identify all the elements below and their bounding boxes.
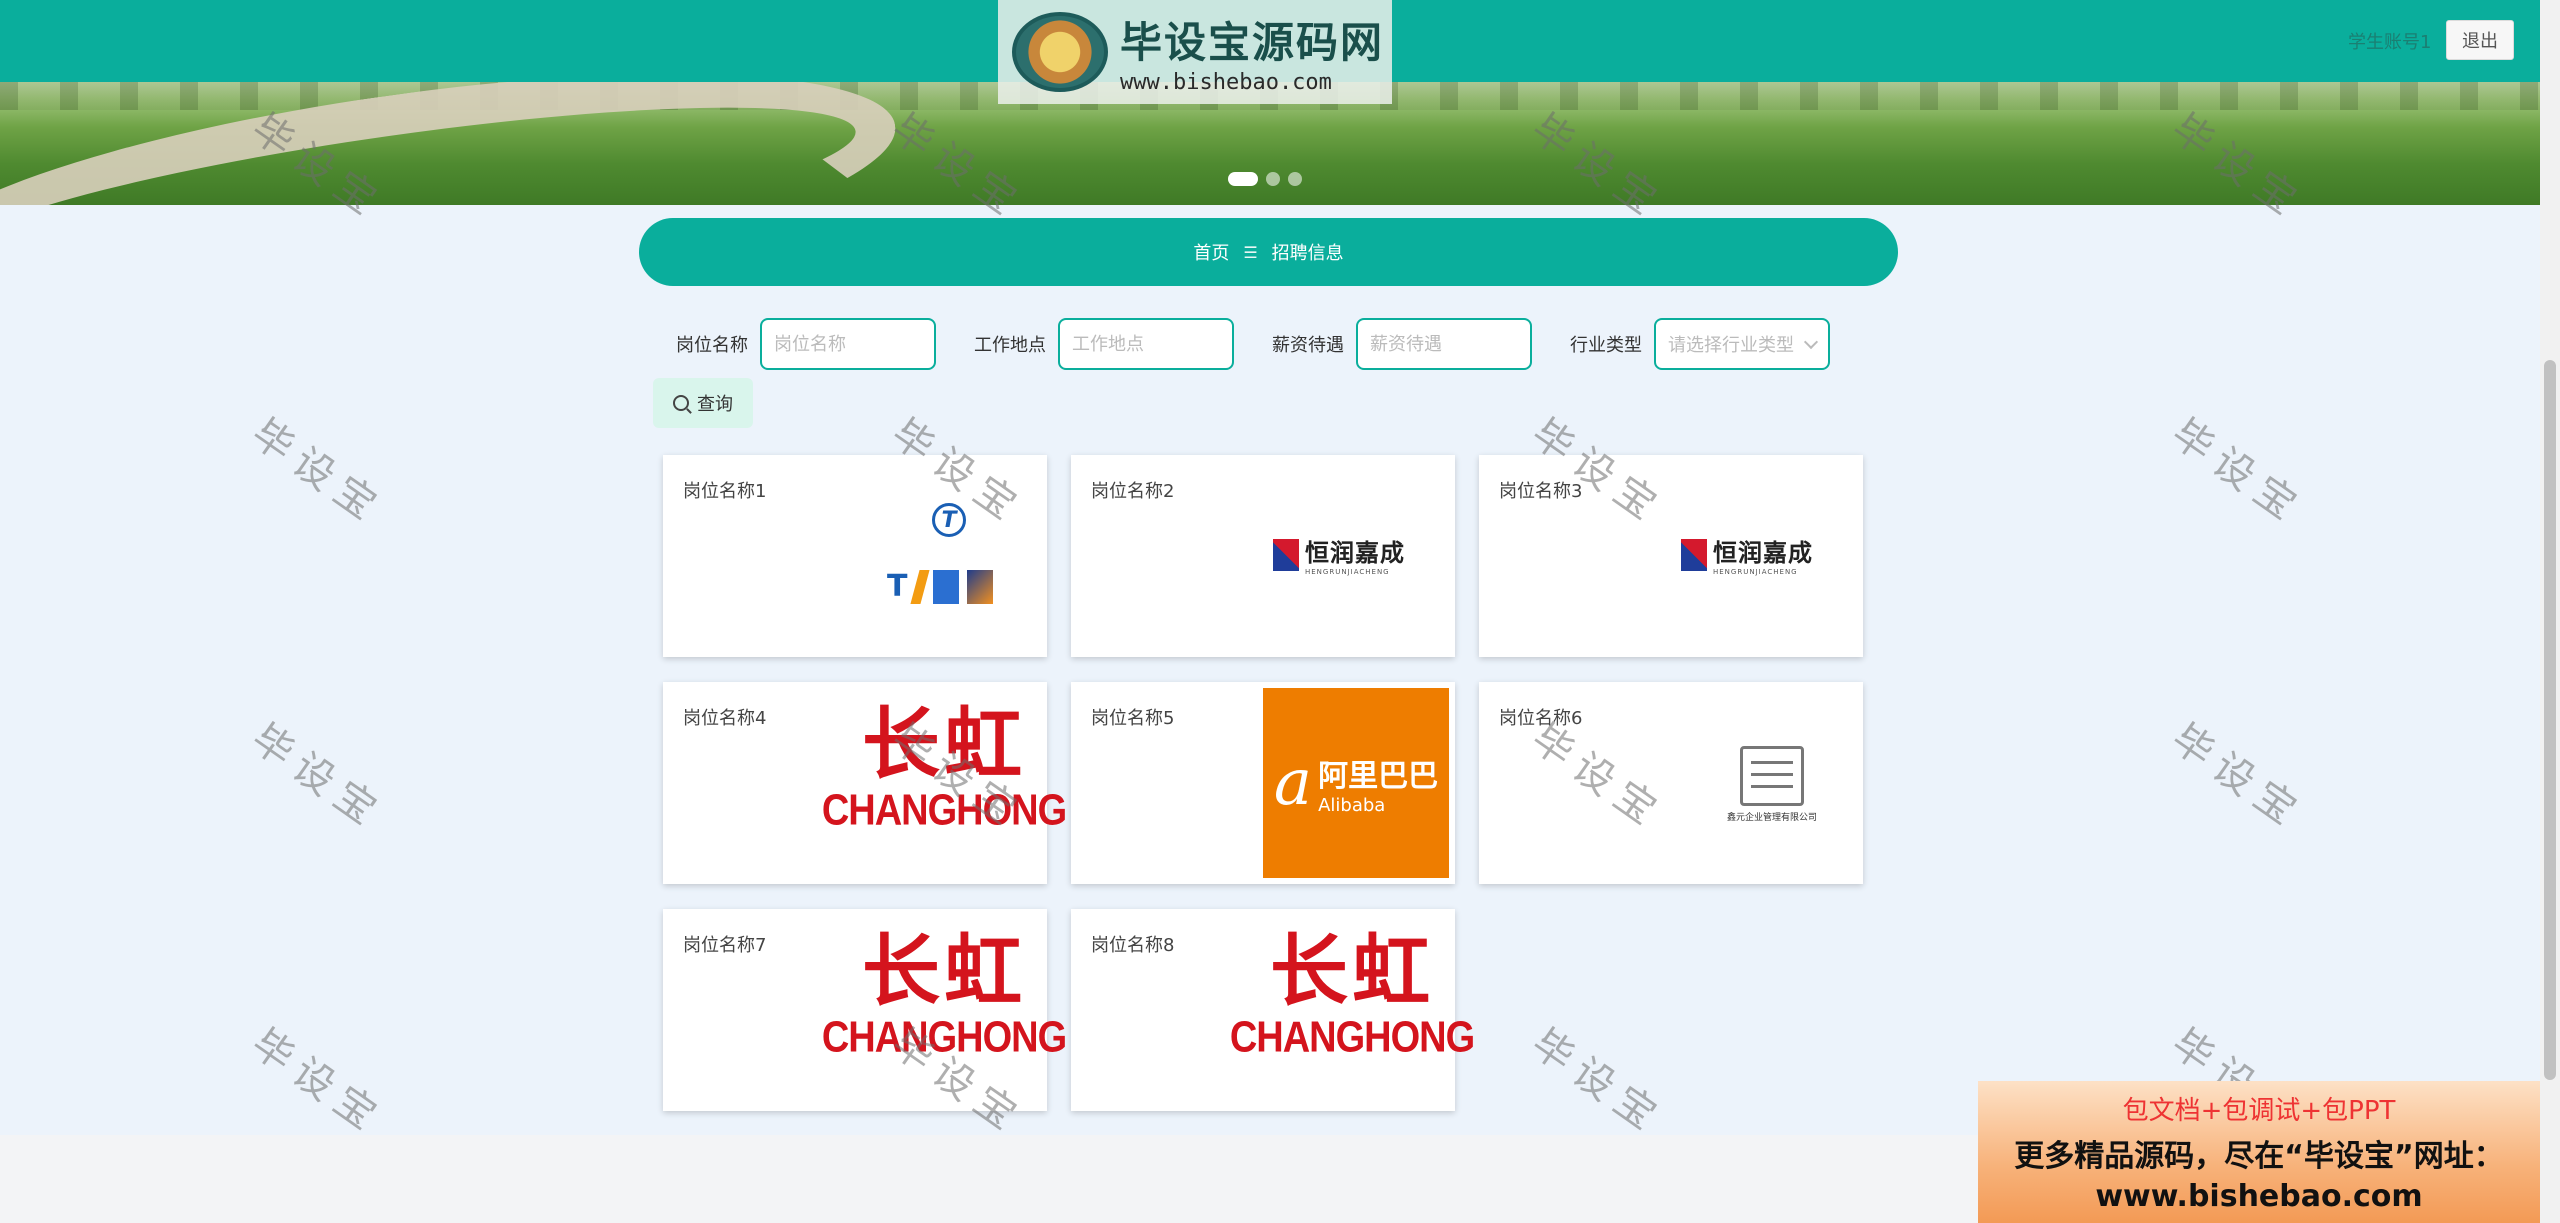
position-label: 岗位名称 xyxy=(676,335,748,356)
promo-banner[interactable]: 包文档+包调试+包PPT 更多精品源码，尽在“毕设宝”网址： www.bishe… xyxy=(1978,1081,2540,1223)
xinyuan-name: 鑫元企业管理有限公司 xyxy=(1727,813,1818,823)
hengrun-en: HENGRUNJIACHENG xyxy=(1713,568,1798,576)
hengrun-mark-icon xyxy=(1273,538,1299,571)
hengrun-mark-icon xyxy=(1681,538,1707,571)
scrollbar-thumb[interactable] xyxy=(2544,360,2556,1080)
job-card[interactable]: 岗位名称4 长虹 CHANGHONG xyxy=(663,682,1067,884)
industry-label: 行业类型 xyxy=(1570,335,1642,356)
page-scrollbar[interactable] xyxy=(2540,0,2560,1223)
search-filters: 岗位名称 工作地点 薪资待遇 行业类型 请选择行业类型 xyxy=(676,318,1868,370)
job-card[interactable]: 岗位名称5 a 阿里巴巴 Alibaba xyxy=(1071,682,1455,884)
job-card[interactable]: 岗位名称8 长虹 CHANGHONG xyxy=(1071,909,1475,1111)
company-logo-changhong: 长虹 CHANGHONG xyxy=(822,926,1067,1093)
hengrun-cn: 恒润嘉成 xyxy=(1713,539,1813,567)
alibaba-cn: 阿里巴巴 xyxy=(1318,758,1439,794)
job-card[interactable]: 岗位名称7 长虹 CHANGHONG xyxy=(663,909,1067,1111)
promo-line-1: 包文档+包调试+包PPT xyxy=(2122,1096,2396,1126)
carousel-dot-1[interactable] xyxy=(1228,172,1258,186)
changhong-en: CHANGHONG xyxy=(1229,1013,1475,1063)
breadcrumb-current: 招聘信息 xyxy=(1271,243,1344,264)
search-icon xyxy=(673,395,689,411)
breadcrumb-home[interactable]: 首页 xyxy=(1193,239,1229,265)
job-title: 岗位名称2 xyxy=(1091,481,1175,502)
changhong-en: CHANGHONG xyxy=(821,786,1067,836)
hengrun-en: HENGRUNJIACHENG xyxy=(1305,568,1390,576)
chevron-down-icon xyxy=(1803,334,1819,349)
job-title: 岗位名称1 xyxy=(683,481,767,502)
salary-label: 薪资待遇 xyxy=(1272,335,1344,356)
industry-select-value: 请选择行业类型 xyxy=(1668,335,1794,356)
site-logo: 毕设宝源码网 www.bishebao.com xyxy=(998,0,1392,104)
breadcrumb: 首页 ☰ 招聘信息 xyxy=(639,218,1898,286)
changhong-cn: 长虹 xyxy=(861,699,1026,790)
job-card[interactable]: 岗位名称6 鑫元企业管理有限公司 xyxy=(1479,682,1863,884)
job-title: 岗位名称5 xyxy=(1091,708,1175,729)
location-label: 工作地点 xyxy=(974,335,1046,356)
salary-input[interactable] xyxy=(1356,318,1532,370)
tt-square-gradient xyxy=(967,570,994,604)
hengrun-cn: 恒润嘉成 xyxy=(1305,539,1405,567)
logout-button[interactable]: 退出 xyxy=(2446,20,2514,60)
position-input[interactable] xyxy=(760,318,936,370)
job-title: 岗位名称6 xyxy=(1499,708,1583,729)
xinyuan-mark-icon xyxy=(1740,746,1804,806)
alibaba-en: Alibaba xyxy=(1318,794,1386,816)
carousel-dot-2[interactable] xyxy=(1266,172,1280,186)
promo-line-2: 更多精品源码，尽在“毕设宝”网址： xyxy=(2014,1139,2504,1174)
company-logo-xinyuan: 鑫元企业管理有限公司 xyxy=(1727,746,1817,836)
brand-url: www.bishebao.com xyxy=(1120,70,1332,95)
changhong-cn: 长虹 xyxy=(1269,926,1434,1017)
job-title: 岗位名称3 xyxy=(1499,481,1583,502)
job-card[interactable]: 岗位名称3 恒润嘉成 HENGRUNJIACHENG xyxy=(1479,455,1863,657)
company-logo-hengrun: 恒润嘉成 HENGRUNJIACHENG xyxy=(1273,533,1405,576)
job-title: 岗位名称4 xyxy=(683,708,767,729)
job-title: 岗位名称8 xyxy=(1091,935,1175,956)
carousel-dot-3[interactable] xyxy=(1288,172,1302,186)
tt-letter: T xyxy=(887,569,908,604)
job-card[interactable]: 岗位名称2 恒润嘉成 HENGRUNJIACHENG xyxy=(1071,455,1455,657)
search-button-label: 查询 xyxy=(697,394,733,415)
alibaba-mark-icon: a xyxy=(1273,746,1313,820)
promo-line-3: www.bishebao.com xyxy=(2095,1179,2423,1214)
industry-select[interactable]: 请选择行业类型 xyxy=(1654,318,1830,370)
breadcrumb-separator-icon: ☰ xyxy=(1243,242,1258,262)
company-logo-hengrun: 恒润嘉成 HENGRUNJIACHENG xyxy=(1681,533,1813,576)
carousel-indicators xyxy=(1228,172,1302,186)
user-account-link[interactable]: 学生账号1 xyxy=(2348,28,2431,54)
changhong-en: CHANGHONG xyxy=(821,1013,1067,1063)
brand-name: 毕设宝源码网 xyxy=(1120,18,1385,67)
tt-slash-shape xyxy=(910,570,931,604)
tt-mark-icon: T xyxy=(932,503,966,537)
tt-square-blue xyxy=(933,570,960,604)
job-card[interactable]: 岗位名称1 T T xyxy=(663,455,1047,657)
search-button[interactable]: 查询 xyxy=(653,378,753,428)
company-logo-changhong: 长虹 CHANGHONG xyxy=(1230,926,1475,1093)
company-logo-tt: T T xyxy=(887,503,1007,623)
location-input[interactable] xyxy=(1058,318,1234,370)
logo-seal-icon xyxy=(1012,12,1108,92)
company-logo-alibaba: a 阿里巴巴 Alibaba xyxy=(1263,688,1449,878)
job-title: 岗位名称7 xyxy=(683,935,767,956)
company-logo-changhong: 长虹 CHANGHONG xyxy=(822,699,1067,866)
changhong-cn: 长虹 xyxy=(861,926,1026,1017)
